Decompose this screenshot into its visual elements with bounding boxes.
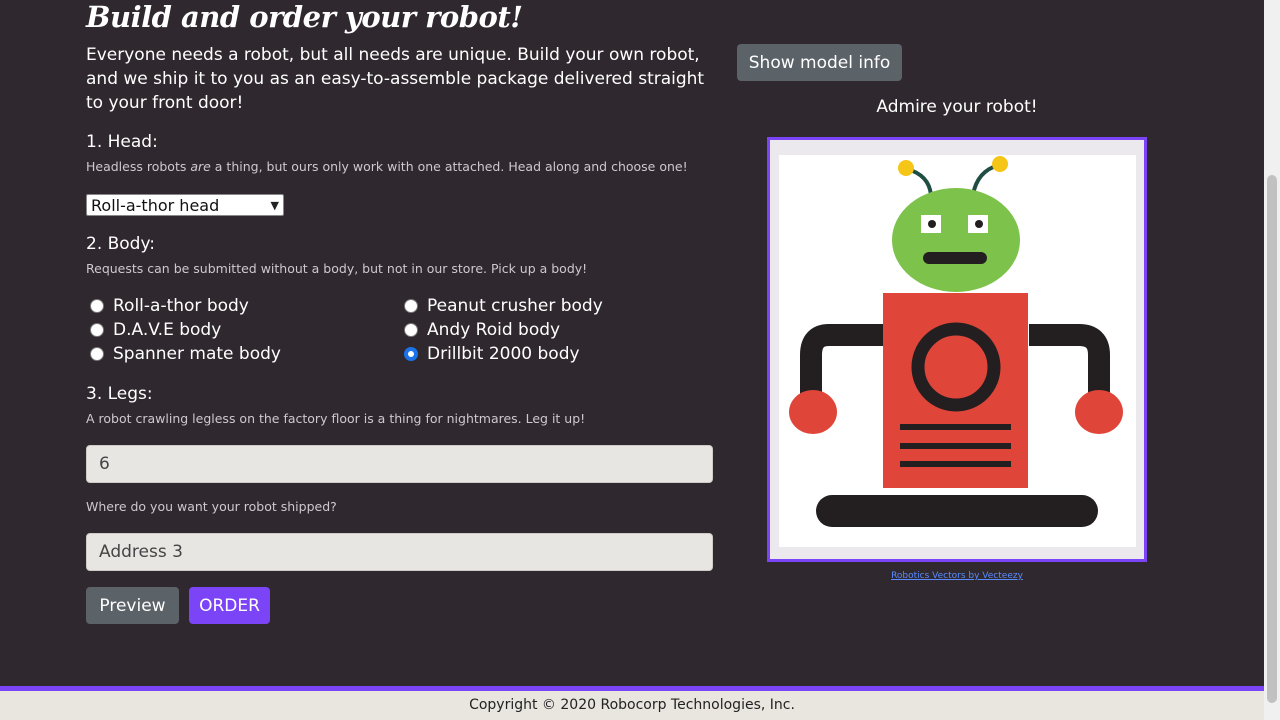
body-heading: 2. Body: bbox=[86, 234, 156, 254]
body-option-label: Spanner mate body bbox=[113, 344, 281, 364]
robot-illustration bbox=[789, 156, 1123, 527]
legs-input[interactable]: 6 bbox=[86, 445, 713, 483]
head-select[interactable]: Roll-a-thor head ▼ bbox=[86, 194, 284, 216]
address-label: Where do you want your robot shipped? bbox=[86, 499, 337, 514]
preview-button[interactable]: Preview bbox=[86, 587, 179, 624]
preview-heading: Admire your robot! bbox=[876, 97, 1038, 117]
body-option-dave[interactable]: D.A.V.E body bbox=[90, 320, 221, 340]
radio-button-icon[interactable] bbox=[404, 347, 418, 361]
scrollbar-thumb[interactable] bbox=[1267, 175, 1277, 703]
radio-button-icon[interactable] bbox=[404, 323, 418, 337]
address-input-value: Address 3 bbox=[99, 542, 183, 562]
head-heading: 1. Head: bbox=[86, 132, 158, 152]
order-button[interactable]: ORDER bbox=[189, 587, 270, 624]
body-option-spanner-mate[interactable]: Spanner mate body bbox=[90, 344, 281, 364]
legs-description: A robot crawling legless on the factory … bbox=[86, 411, 586, 426]
vecteezy-credit-link[interactable]: Robotics Vectors by Vecteezy bbox=[767, 571, 1147, 581]
intro-text: Everyone needs a robot, but all needs ar… bbox=[86, 45, 705, 113]
robot-preview-frame bbox=[767, 137, 1147, 562]
legs-heading: 3. Legs: bbox=[86, 384, 153, 404]
page-title: Build and order your robot! bbox=[86, 0, 523, 34]
head-select-value: Roll-a-thor head bbox=[91, 195, 220, 215]
body-option-label: Roll-a-thor body bbox=[113, 296, 249, 316]
body-option-label: Peanut crusher body bbox=[427, 296, 603, 316]
address-input[interactable]: Address 3 bbox=[86, 533, 713, 571]
radio-button-icon[interactable] bbox=[404, 299, 418, 313]
body-option-drillbit-2000[interactable]: Drillbit 2000 body bbox=[404, 344, 580, 364]
body-description: Requests can be submitted without a body… bbox=[86, 261, 588, 276]
legs-input-value: 6 bbox=[99, 454, 110, 474]
footer: Copyright © 2020 Robocorp Technologies, … bbox=[0, 691, 1264, 720]
body-option-label: Andy Roid body bbox=[427, 320, 561, 340]
copyright-text: Copyright © 2020 Robocorp Technologies, … bbox=[469, 697, 795, 713]
page-scrollbar[interactable] bbox=[1264, 0, 1280, 720]
head-description: Headless robots are a thing, but ours on… bbox=[86, 159, 688, 174]
body-option-andy-roid[interactable]: Andy Roid body bbox=[404, 320, 560, 340]
radio-button-icon[interactable] bbox=[90, 323, 104, 337]
show-model-info-button[interactable]: Show model info bbox=[737, 44, 902, 81]
chevron-down-icon: ▼ bbox=[270, 198, 279, 212]
robot-preview-canvas bbox=[779, 155, 1136, 547]
body-option-label: D.A.V.E body bbox=[113, 320, 222, 340]
body-option-peanut-crusher[interactable]: Peanut crusher body bbox=[404, 296, 603, 316]
radio-button-icon[interactable] bbox=[90, 299, 104, 313]
body-option-roll-a-thor[interactable]: Roll-a-thor body bbox=[90, 296, 249, 316]
radio-button-icon[interactable] bbox=[90, 347, 104, 361]
body-option-label: Drillbit 2000 body bbox=[427, 344, 580, 364]
